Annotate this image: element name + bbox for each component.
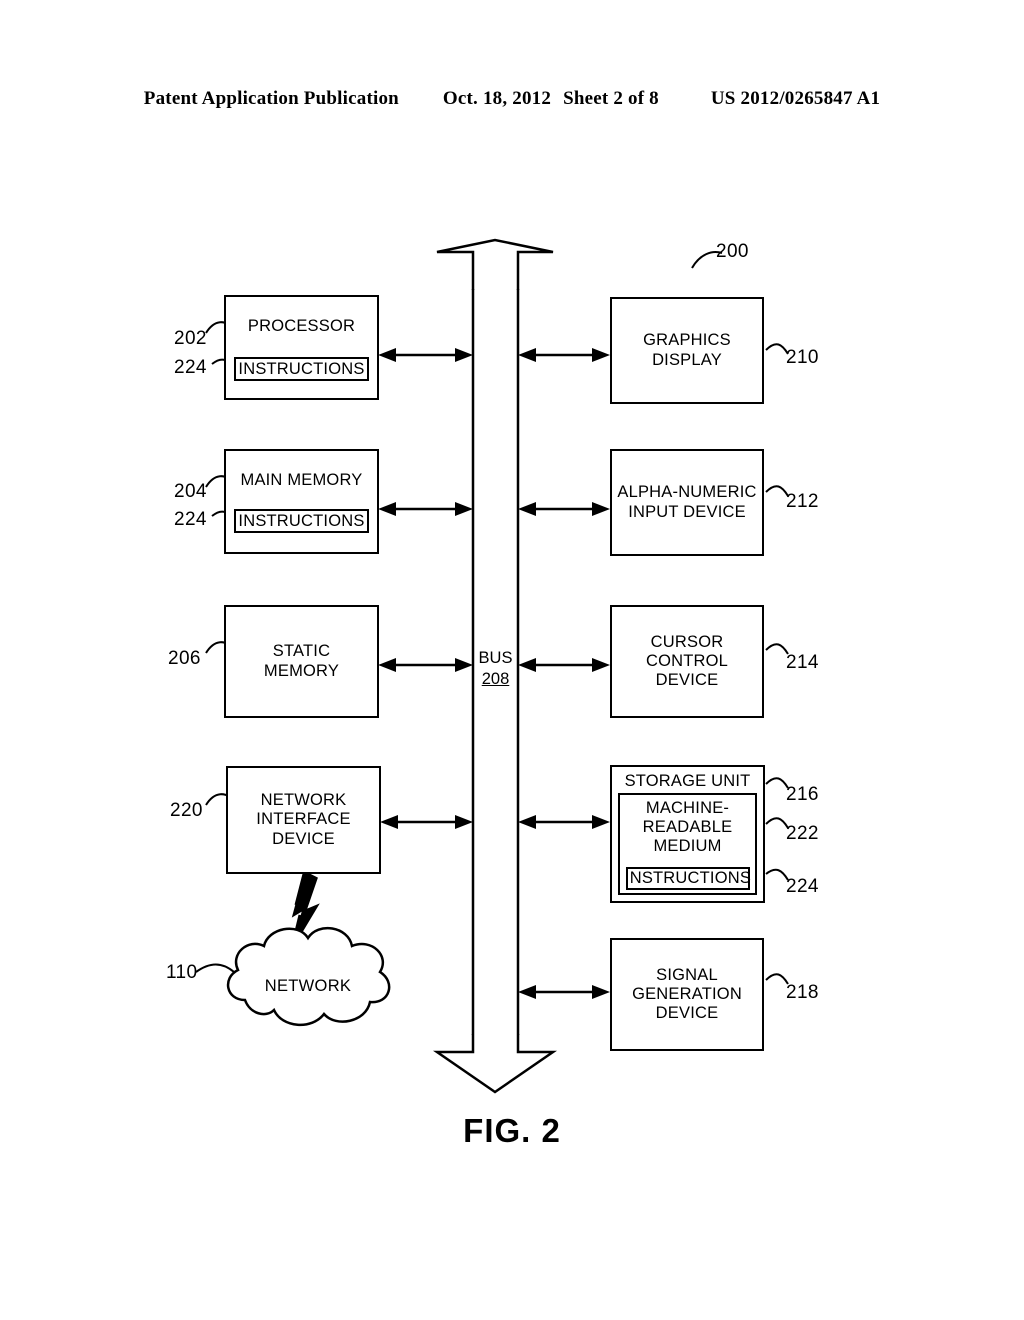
ref-220: 220 [170,800,203,821]
network-cloud-label: NETWORK [264,977,352,995]
leader-210 [765,343,789,355]
leader-222 [765,817,789,829]
block-machine-readable-medium-label-1: MACHINE- [645,799,730,817]
block-signal-generation-label-3: DEVICE [655,1004,719,1023]
block-main-memory-instructions[interactable]: INSTRUCTIONS [234,509,369,533]
arrowhead-storage-right [592,815,610,829]
ref-224-processor: 224 [174,357,207,378]
arrowhead-cursor-left [518,658,536,672]
block-storage-instructions[interactable]: INSTRUCTIONS [624,867,752,890]
ref-214: 214 [786,652,819,673]
ref-202: 202 [174,328,207,349]
leader-214 [765,643,789,655]
block-machine-readable-medium-label-3: MEDIUM [653,837,722,856]
block-cursor-control-device[interactable]: CURSOR CONTROL DEVICE [610,605,764,718]
block-network-interface-device[interactable]: NETWORK INTERFACE DEVICE [226,766,381,874]
bus-label: BUS 208 [473,648,518,689]
arrowhead-alpha-right [592,502,610,516]
block-network-interface-label-2: INTERFACE [256,810,351,829]
block-signal-generation-label-2: GENERATION [632,984,742,1003]
bus-arrow-top-head [436,238,554,290]
ref-222: 222 [786,823,819,844]
block-alpha-numeric-input-device[interactable]: ALPHA-NUMERIC INPUT DEVICE [610,449,764,556]
arrowhead-graphics-left [518,348,536,362]
ref-212: 212 [786,491,819,512]
block-alpha-numeric-label-2: INPUT DEVICE [628,502,746,521]
ref-206: 206 [168,648,201,669]
block-network-interface-label-1: NETWORK [260,791,347,810]
arrowhead-processor-left [378,348,396,362]
leader-218 [765,973,789,985]
arrowhead-network-interface-right [455,815,473,829]
block-main-memory[interactable]: MAIN MEMORY [224,449,379,554]
ref-110: 110 [166,962,198,983]
block-machine-readable-medium-label-2: READABLE [642,818,733,837]
block-processor[interactable]: PROCESSOR [224,295,379,400]
block-graphics-display-label-1: GRAPHICS [643,331,731,350]
leader-110 [195,963,235,973]
block-storage-unit-label: STORAGE UNIT [624,772,751,790]
block-static-memory-label-1: STATIC [272,642,331,661]
block-processor-instructions-label: INSTRUCTIONS [238,359,365,378]
block-graphics-display-label-2: DISPLAY [652,350,722,369]
arrowhead-processor-right [455,348,473,362]
arrowhead-alpha-left [518,502,536,516]
block-signal-generation-device[interactable]: SIGNAL GENERATION DEVICE [610,938,764,1051]
ref-224-main-memory: 224 [174,509,207,530]
block-static-memory-label-2: MEMORY [263,661,340,680]
block-cursor-control-label-3: DEVICE [655,671,719,690]
block-processor-instructions[interactable]: INSTRUCTIONS [234,357,369,381]
figure-caption: FIG. 2 [463,1112,561,1149]
block-alpha-numeric-label-1: ALPHA-NUMERIC [617,483,757,502]
block-processor-label: PROCESSOR [247,317,356,335]
arrowhead-main-memory-left [378,502,396,516]
arrowhead-network-interface-left [380,815,398,829]
arrowhead-storage-left [518,815,536,829]
leader-224-storage [765,868,789,881]
block-static-memory[interactable]: STATIC MEMORY [224,605,379,718]
block-cursor-control-label-1: CURSOR [650,632,724,651]
arrowhead-static-memory-right [455,658,473,672]
block-signal-generation-label-1: SIGNAL [656,965,718,984]
ref-200: 200 [716,241,749,262]
leader-212 [765,485,789,497]
arrowhead-signal-right [592,985,610,999]
block-storage-instructions-label: INSTRUCTIONS [624,869,752,887]
ref-216: 216 [786,784,819,805]
ref-210: 210 [786,347,819,368]
arrowhead-signal-left [518,985,536,999]
patent-figure-page: Patent Application Publication Oct. 18, … [0,0,1024,1320]
bus-ref-208: 208 [481,669,510,688]
block-network-interface-label-3: DEVICE [272,829,335,848]
arrowhead-static-memory-left [378,658,396,672]
block-main-memory-instructions-label: INSTRUCTIONS [238,511,365,530]
block-cursor-control-label-2: CONTROL [645,651,729,670]
ref-218: 218 [786,982,819,1003]
arrowhead-main-memory-right [455,502,473,516]
ref-224-storage: 224 [786,876,819,897]
block-graphics-display[interactable]: GRAPHICS DISPLAY [610,297,764,404]
ref-204: 204 [174,481,207,502]
bus-arrow-bottom-head [432,1034,558,1094]
block-main-memory-label: MAIN MEMORY [240,471,363,489]
arrowhead-cursor-right [592,658,610,672]
arrowhead-graphics-right [592,348,610,362]
leader-216 [765,777,789,789]
bus-label-text: BUS [478,649,513,667]
